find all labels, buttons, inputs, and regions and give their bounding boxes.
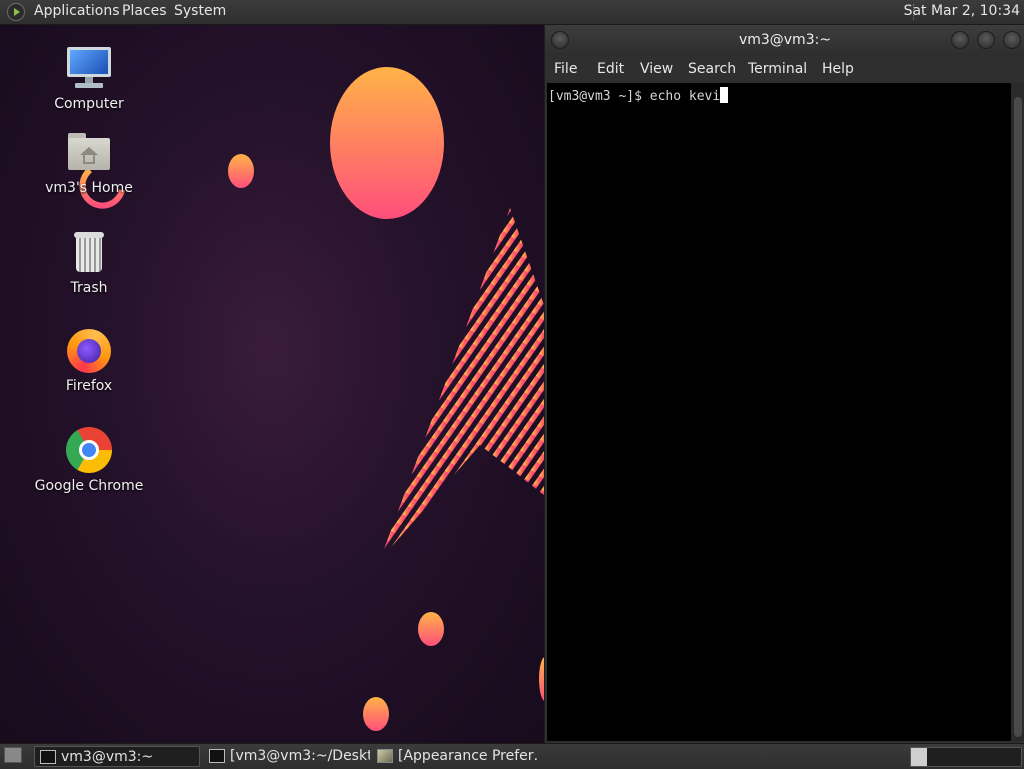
top-panel: Applications Places System Sat Mar 2, 10… xyxy=(0,0,1024,25)
menu-search[interactable]: Search xyxy=(688,61,736,77)
chrome-icon xyxy=(65,427,113,475)
applications-menu[interactable]: Applications xyxy=(34,3,120,19)
firefox-icon xyxy=(65,327,113,375)
desktop-icon-firefox[interactable]: Firefox xyxy=(29,327,149,394)
menu-terminal[interactable]: Terminal xyxy=(748,61,807,77)
taskbar-item-terminal-desktop[interactable]: [vm3@vm3:~/Deskt… xyxy=(204,746,370,767)
bottom-panel: vm3@vm3:~ [vm3@vm3:~/Deskt… [Appearance … xyxy=(0,743,1024,769)
desktop-icon-computer[interactable]: Computer xyxy=(29,45,149,112)
terminal-menubar: File Edit View Search Terminal Help xyxy=(545,55,1024,83)
home-folder-icon xyxy=(65,129,113,177)
show-desktop-icon[interactable] xyxy=(4,747,22,763)
maximize-button[interactable] xyxy=(977,31,995,49)
terminal-icon xyxy=(40,750,56,764)
clock[interactable]: Sat Mar 2, 10:34 xyxy=(904,3,1020,19)
menu-view[interactable]: View xyxy=(640,61,673,77)
terminal-scrollbar[interactable] xyxy=(1011,83,1024,741)
system-menu[interactable]: System xyxy=(174,3,226,19)
workspace-switcher[interactable] xyxy=(910,747,1022,767)
places-menu[interactable]: Places xyxy=(122,3,167,19)
terminal-icon xyxy=(209,749,225,763)
appearance-icon xyxy=(377,749,393,763)
terminal-line: [vm3@vm3 ~]$ echo kevi xyxy=(548,87,729,104)
trash-icon xyxy=(65,229,113,277)
scrollbar-thumb[interactable] xyxy=(1014,97,1022,737)
desktop[interactable]: Computer vm3's Home Trash Firefox Google… xyxy=(0,25,544,743)
minimize-button[interactable] xyxy=(951,31,969,49)
text-cursor xyxy=(720,87,729,103)
close-button[interactable] xyxy=(1003,31,1021,49)
workspace-1[interactable] xyxy=(911,748,927,766)
computer-icon xyxy=(65,45,113,93)
desktop-icon-home[interactable]: vm3's Home xyxy=(29,129,149,196)
terminal-titlebar[interactable]: vm3@vm3:~ xyxy=(545,25,1024,55)
menu-edit[interactable]: Edit xyxy=(597,61,624,77)
desktop-icon-chrome[interactable]: Google Chrome xyxy=(29,427,149,494)
applications-menu-icon[interactable] xyxy=(7,3,25,21)
terminal-prompt-text: [vm3@vm3 ~]$ echo kevi xyxy=(548,89,721,104)
menu-help[interactable]: Help xyxy=(822,61,854,77)
terminal-output[interactable]: [vm3@vm3 ~]$ echo kevi xyxy=(547,83,1011,741)
menu-file[interactable]: File xyxy=(554,61,577,77)
terminal-window[interactable]: vm3@vm3:~ File Edit View Search Terminal… xyxy=(544,25,1024,743)
taskbar-item-appearance[interactable]: [Appearance Prefer… xyxy=(372,746,538,767)
desktop-icon-trash[interactable]: Trash xyxy=(29,229,149,296)
taskbar-item-terminal[interactable]: vm3@vm3:~ xyxy=(34,746,200,767)
